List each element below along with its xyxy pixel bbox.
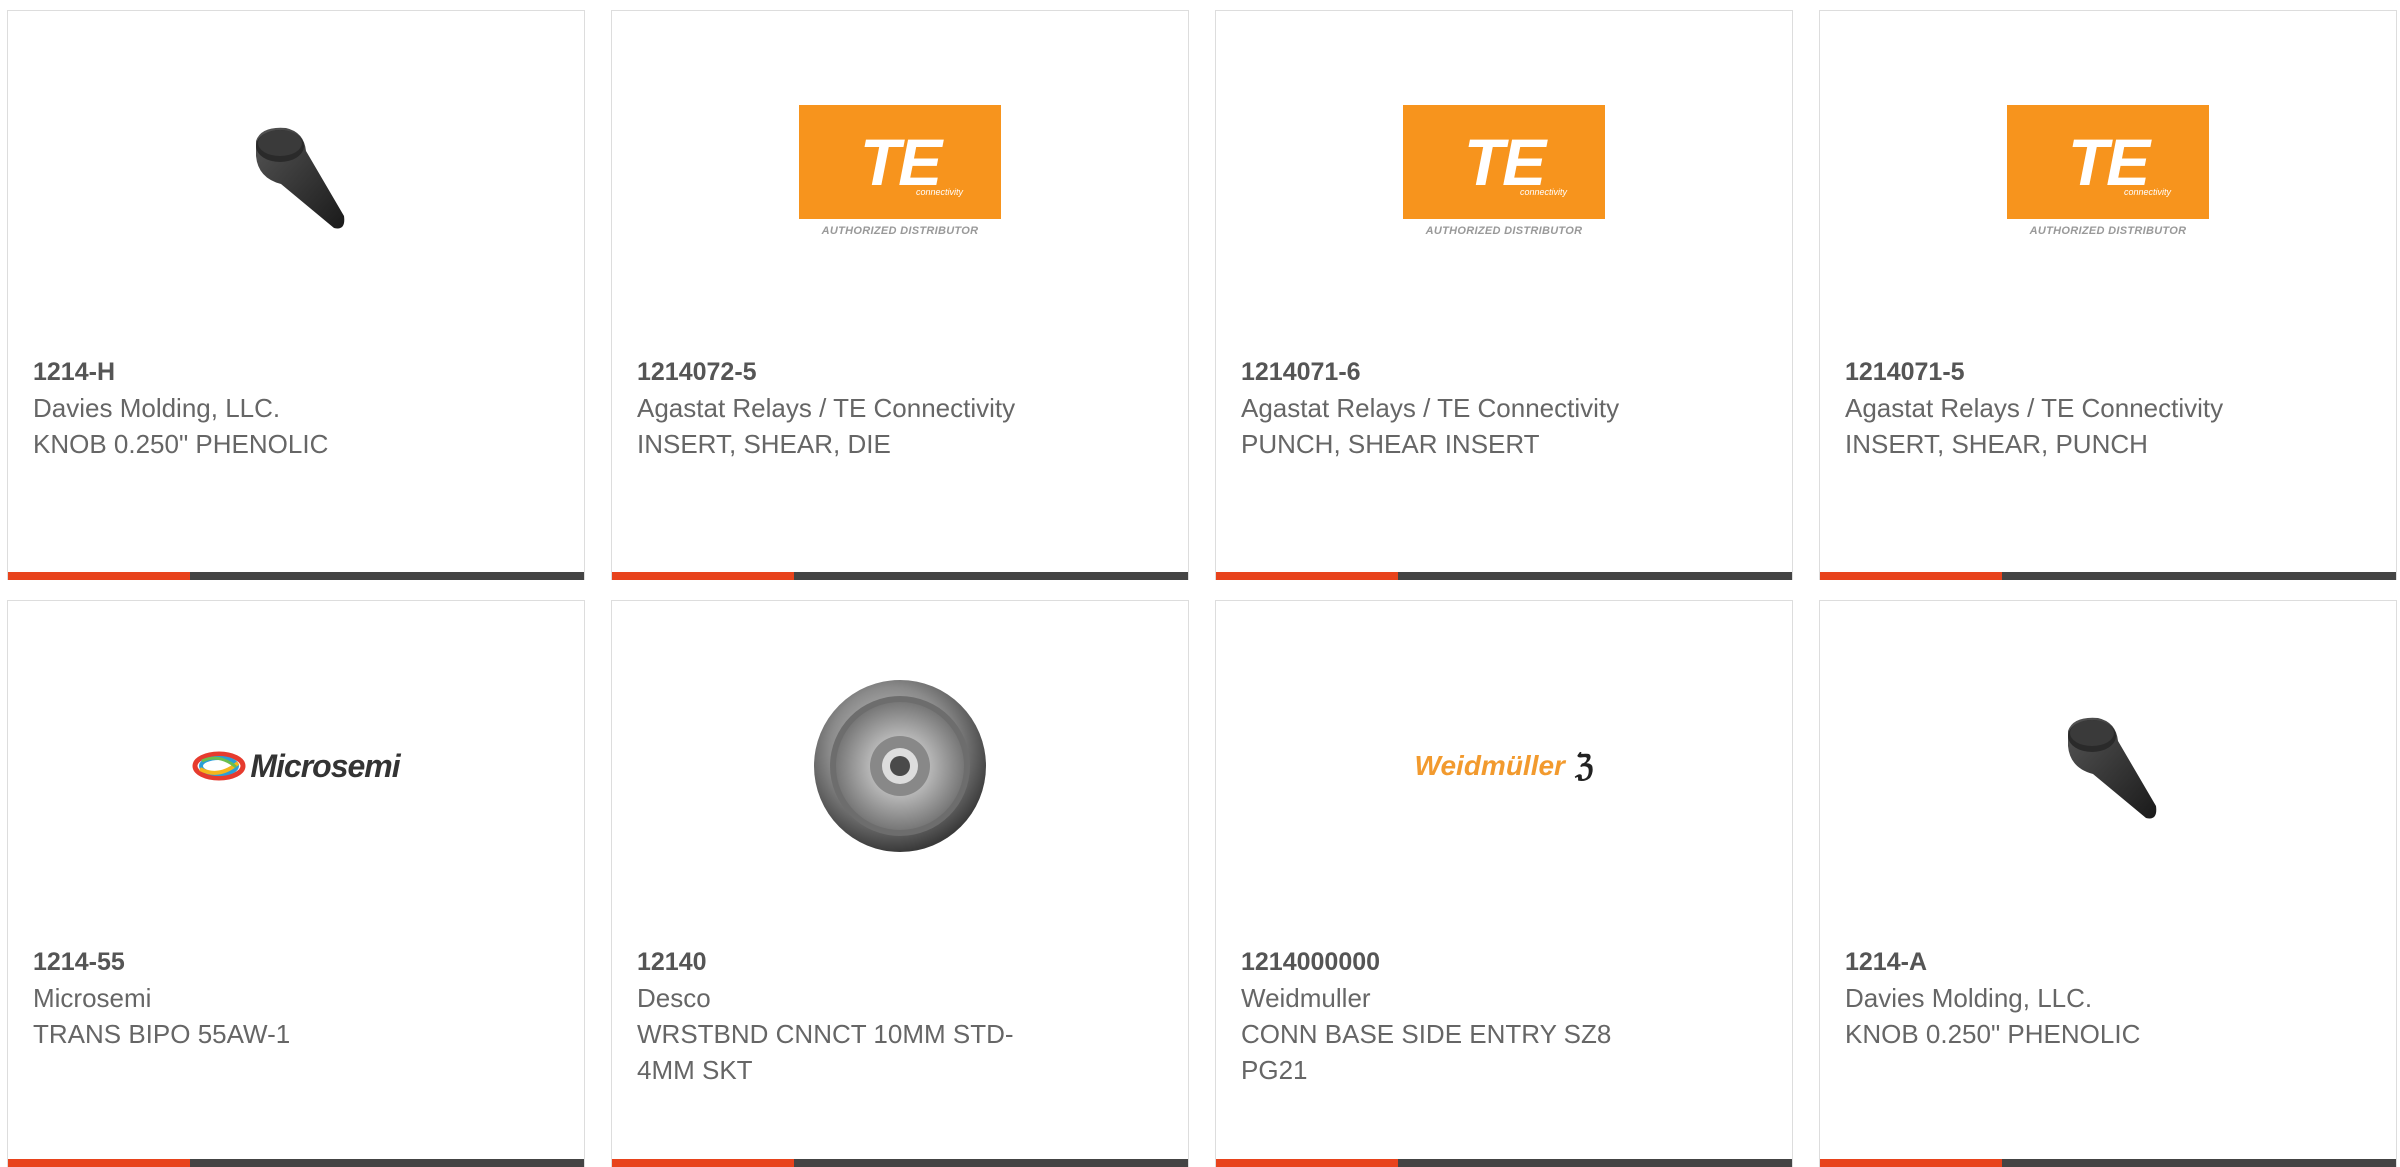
manufacturer: Agastat Relays / TE Connectivity [1241,393,1620,423]
description-line-2: 4MM SKT [637,1055,753,1085]
te-logo-box: TE connectivity [1403,105,1605,219]
weidmuller-logo-text: Weidmüller [1414,750,1565,781]
card-accent [612,572,794,580]
card-footer-bar [1216,1159,1792,1167]
card-accent [1820,572,2002,580]
card-accent [8,572,190,580]
part-number[interactable]: 12140 [637,944,1057,980]
description-line-1: WRSTBND CNNCT 10MM STD- [637,1019,1014,1049]
card-accent [612,1159,794,1167]
product-info: 1214-55 Microsemi TRANS BIPO 55AW-1 [33,944,453,1052]
description: INSERT, SHEAR, PUNCH [1845,429,2148,459]
manufacturer: Davies Molding, LLC. [33,393,281,423]
product-info: 12140 Desco WRSTBND CNNCT 10MM STD- 4MM … [637,944,1057,1088]
product-info: 1214-A Davies Molding, LLC. KNOB 0.250" … [1845,944,2265,1052]
manufacturer: Microsemi [33,983,152,1013]
authorized-distributor-caption: AUTHORIZED DISTRIBUTOR [1425,225,1583,237]
te-logo-sub: connectivity [1519,187,1567,197]
product-card[interactable]: TE connectivity AUTHORIZED DISTRIBUTOR 1… [1215,10,1793,580]
product-card[interactable]: Weidmüller ℨ 1214000000 Weidmuller CONN … [1215,600,1793,1167]
description-line-1: CONN BASE SIDE ENTRY SZ8 [1241,1019,1612,1049]
description: INSERT, SHEAR, DIE [637,429,891,459]
product-card[interactable]: Microsemi 1214-55 Microsemi TRANS BIPO 5… [7,600,585,1167]
product-image[interactable]: TE connectivity AUTHORIZED DISTRIBUTOR [612,11,1188,341]
manufacturer: Agastat Relays / TE Connectivity [637,393,1016,423]
card-accent [1216,572,1398,580]
description: TRANS BIPO 55AW-1 [33,1019,291,1049]
product-card[interactable]: TE connectivity AUTHORIZED DISTRIBUTOR 1… [1819,10,2397,580]
product-info: 1214072-5 Agastat Relays / TE Connectivi… [637,354,1057,462]
manufacturer: Desco [637,983,711,1013]
card-footer-bar [612,1159,1188,1167]
te-connectivity-logo: TE connectivity AUTHORIZED DISTRIBUTOR [2007,105,2209,237]
product-image[interactable]: TE connectivity AUTHORIZED DISTRIBUTOR [1820,11,2396,341]
card-accent [8,1159,190,1167]
authorized-distributor-caption: AUTHORIZED DISTRIBUTOR [2029,225,2187,237]
te-connectivity-logo: TE connectivity AUTHORIZED DISTRIBUTOR [1403,105,1605,237]
product-image[interactable] [612,601,1188,931]
product-card[interactable]: 1214-A Davies Molding, LLC. KNOB 0.250" … [1819,600,2397,1167]
microsemi-logo-text: Microsemi [250,747,400,784]
part-number[interactable]: 1214000000 [1241,944,1661,980]
product-image[interactable] [1820,601,2396,931]
product-image[interactable] [8,11,584,341]
te-logo-box: TE connectivity [799,105,1001,219]
knob-image [2068,717,2157,819]
card-footer-bar [8,572,584,580]
product-info: 1214-H Davies Molding, LLC. KNOB 0.250" … [33,354,453,462]
snap-connector-image [814,680,986,852]
card-footer-bar [8,1159,584,1167]
product-image[interactable]: Weidmüller ℨ [1216,601,1792,931]
card-footer-bar [612,572,1188,580]
card-accent [1820,1159,2002,1167]
product-card[interactable]: 12140 Desco WRSTBND CNNCT 10MM STD- 4MM … [611,600,1189,1167]
card-accent [1216,1159,1398,1167]
description: KNOB 0.250" PHENOLIC [33,429,329,459]
part-number[interactable]: 1214-55 [33,944,453,980]
part-number[interactable]: 1214-A [1845,944,2265,980]
te-logo-sub: connectivity [915,187,963,197]
product-image[interactable]: Microsemi [8,601,584,931]
product-info: 1214000000 Weidmuller CONN BASE SIDE ENT… [1241,944,1661,1088]
knob-image [256,127,345,229]
authorized-distributor-caption: AUTHORIZED DISTRIBUTOR [821,225,979,237]
product-grid: 1214-H Davies Molding, LLC. KNOB 0.250" … [0,0,2400,1167]
manufacturer: Davies Molding, LLC. [1845,983,2093,1013]
description: KNOB 0.250" PHENOLIC [1845,1019,2141,1049]
weidmuller-logo: Weidmüller ℨ [1415,749,1594,784]
part-number[interactable]: 1214071-5 [1845,354,2265,390]
product-card[interactable]: 1214-H Davies Molding, LLC. KNOB 0.250" … [7,10,585,580]
manufacturer: Weidmuller [1241,983,1371,1013]
microsemi-swirl-icon [192,751,246,781]
description: PUNCH, SHEAR INSERT [1241,429,1540,459]
part-number[interactable]: 1214071-6 [1241,354,1661,390]
manufacturer: Agastat Relays / TE Connectivity [1845,393,2224,423]
weidmuller-mark-icon: ℨ [1574,749,1594,783]
part-number[interactable]: 1214072-5 [637,354,1057,390]
description-line-2: PG21 [1241,1055,1308,1085]
card-footer-bar [1820,572,2396,580]
te-logo-box: TE connectivity [2007,105,2209,219]
card-footer-bar [1216,572,1792,580]
te-connectivity-logo: TE connectivity AUTHORIZED DISTRIBUTOR [799,105,1001,237]
product-info: 1214071-5 Agastat Relays / TE Connectivi… [1845,354,2265,462]
te-logo-sub: connectivity [2123,187,2171,197]
part-number[interactable]: 1214-H [33,354,453,390]
microsemi-logo: Microsemi [192,747,401,785]
product-image[interactable]: TE connectivity AUTHORIZED DISTRIBUTOR [1216,11,1792,341]
product-card[interactable]: TE connectivity AUTHORIZED DISTRIBUTOR 1… [611,10,1189,580]
card-footer-bar [1820,1159,2396,1167]
product-info: 1214071-6 Agastat Relays / TE Connectivi… [1241,354,1661,462]
